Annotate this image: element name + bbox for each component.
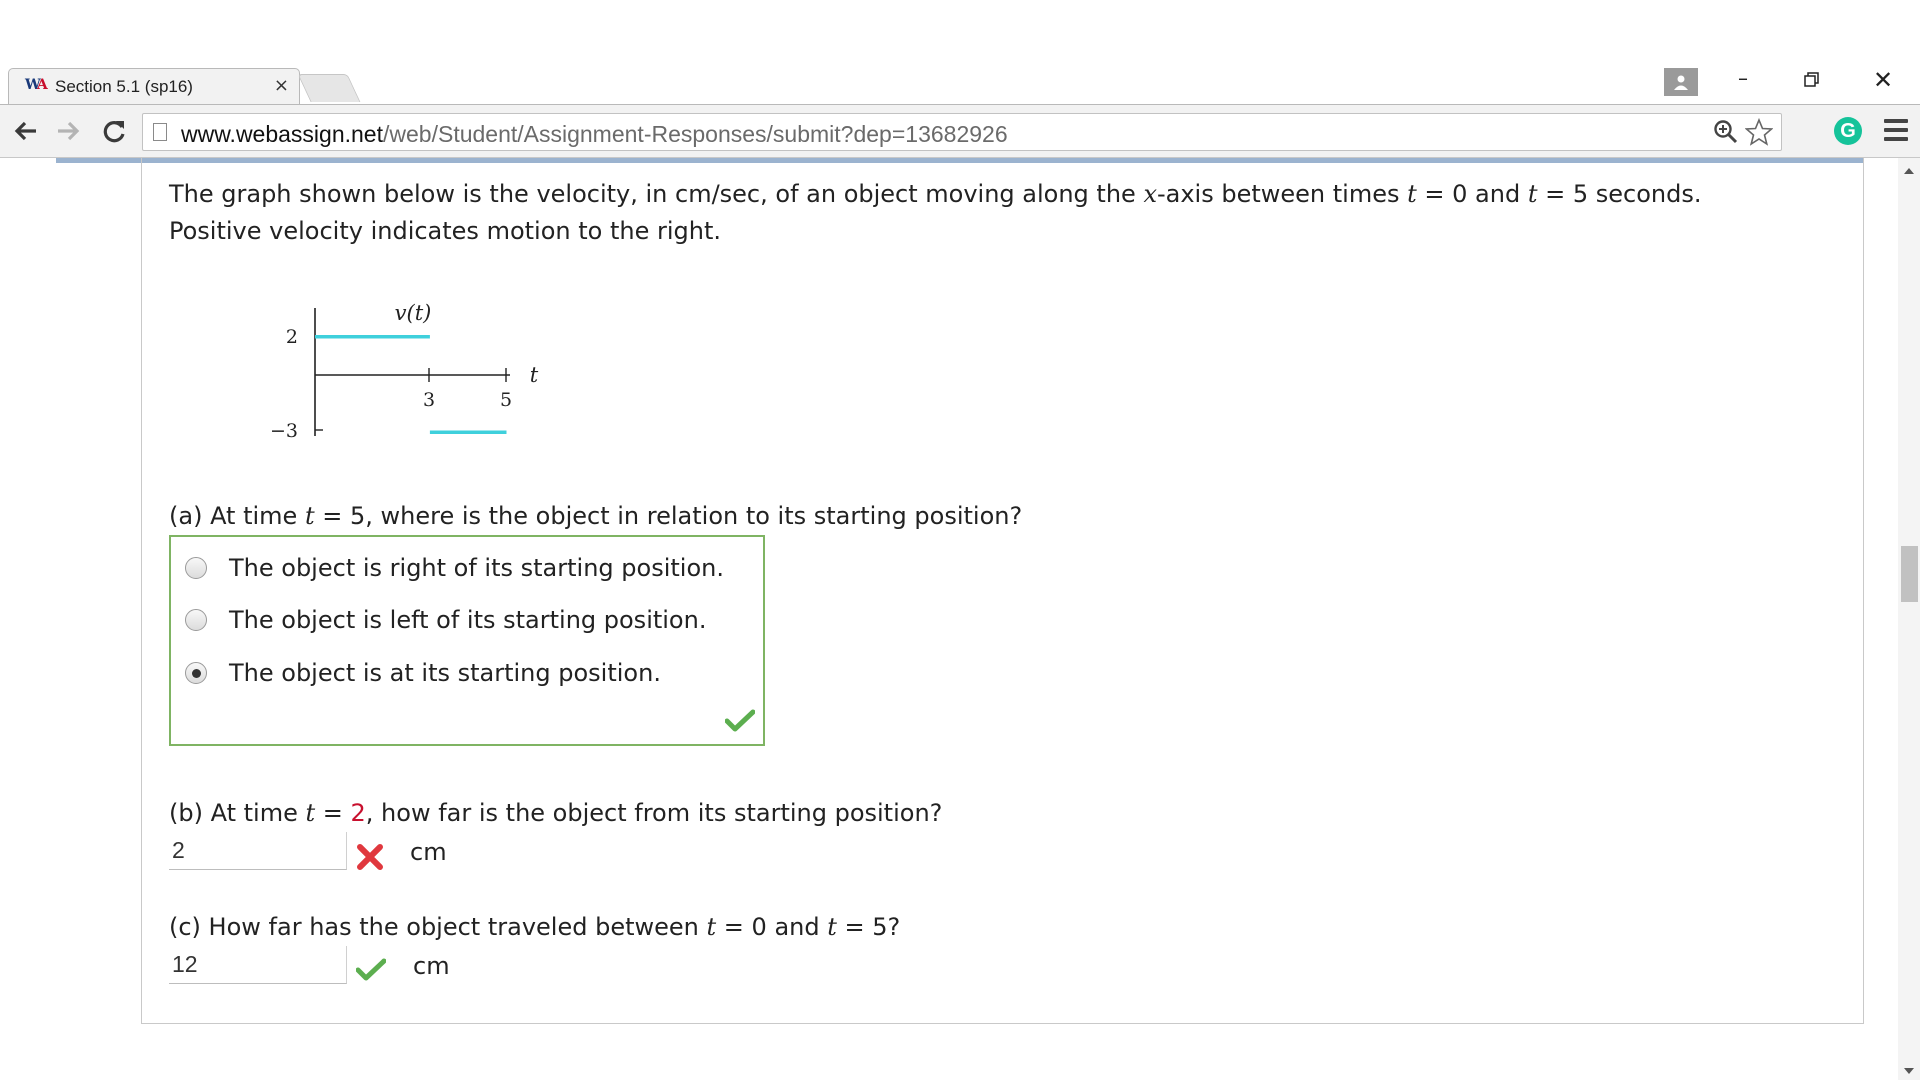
part-c-unit: cm [413,952,450,980]
grammarly-icon[interactable]: G [1834,117,1862,145]
question-intro-line1: The graph shown below is the velocity, i… [169,180,1702,208]
incorrect-x-icon [357,844,383,870]
correct-check-icon [725,709,755,732]
part-b-question: (b) At time t = 2, how far is the object… [169,799,943,827]
reload-icon[interactable] [98,117,130,147]
vertical-scrollbar[interactable] [1898,158,1920,1080]
graph-title: v(t) [395,301,432,325]
scrollbar-thumb[interactable] [1901,546,1918,602]
x-tick-label: 3 [423,389,435,411]
back-arrow-icon[interactable] [10,117,42,147]
option-label: The object is left of its starting posit… [229,606,707,634]
url-text[interactable]: www.webassign.net/web/Student/Assignment… [181,121,1008,148]
x-axis-label: t [530,363,539,387]
y-tick-label: −3 [270,420,298,442]
minimize-icon[interactable]: – [1728,66,1758,90]
y-tick-label: 2 [286,326,298,348]
radio-button[interactable] [185,557,207,579]
menu-icon[interactable] [1884,119,1908,143]
bookmark-star-icon[interactable] [1744,117,1774,150]
part-b-answer-input[interactable] [169,832,347,870]
webassign-favicon-icon: WA [25,77,48,93]
zoom-icon[interactable] [1713,119,1739,149]
browser-toolbar: www.webassign.net/web/Student/Assignment… [0,104,1920,158]
x-tick-label: 5 [500,389,512,411]
velocity-graph: v(t) t 3 5 2 −3 [270,301,539,442]
new-tab-button[interactable] [297,74,361,102]
tab-close-icon[interactable]: × [274,75,289,96]
scroll-down-arrow-icon[interactable] [1904,1068,1914,1074]
part-a-question: (a) At time t = 5, where is the object i… [169,502,1023,530]
profile-icon[interactable] [1664,68,1698,96]
close-window-icon[interactable]: ✕ [1868,66,1898,94]
page-icon [153,123,167,141]
correct-check-icon [356,958,386,981]
browser-tab[interactable]: WA Section 5.1 (sp16) × [8,68,300,104]
radio-button[interactable] [185,609,207,631]
option-label: The object is at its starting position. [229,659,661,687]
tab-strip: WA Section 5.1 (sp16) × – ✕ [0,64,1920,104]
tab-title: Section 5.1 (sp16) [55,77,193,96]
part-c-question: (c) How far has the object traveled betw… [169,913,901,941]
address-bar[interactable]: www.webassign.net/web/Student/Assignment… [142,113,1782,151]
part-c-answer-input[interactable] [169,946,347,984]
radio-button-selected[interactable] [185,662,207,684]
part-b-unit: cm [410,838,447,866]
option-label: The object is right of its starting posi… [229,554,724,582]
forward-arrow-icon[interactable] [52,117,84,147]
part-a-answer-box: The object is right of its starting posi… [169,535,765,746]
restore-icon[interactable] [1797,70,1827,94]
question-intro-line2: Positive velocity indicates motion to th… [169,217,721,245]
scroll-up-arrow-icon[interactable] [1904,168,1914,174]
